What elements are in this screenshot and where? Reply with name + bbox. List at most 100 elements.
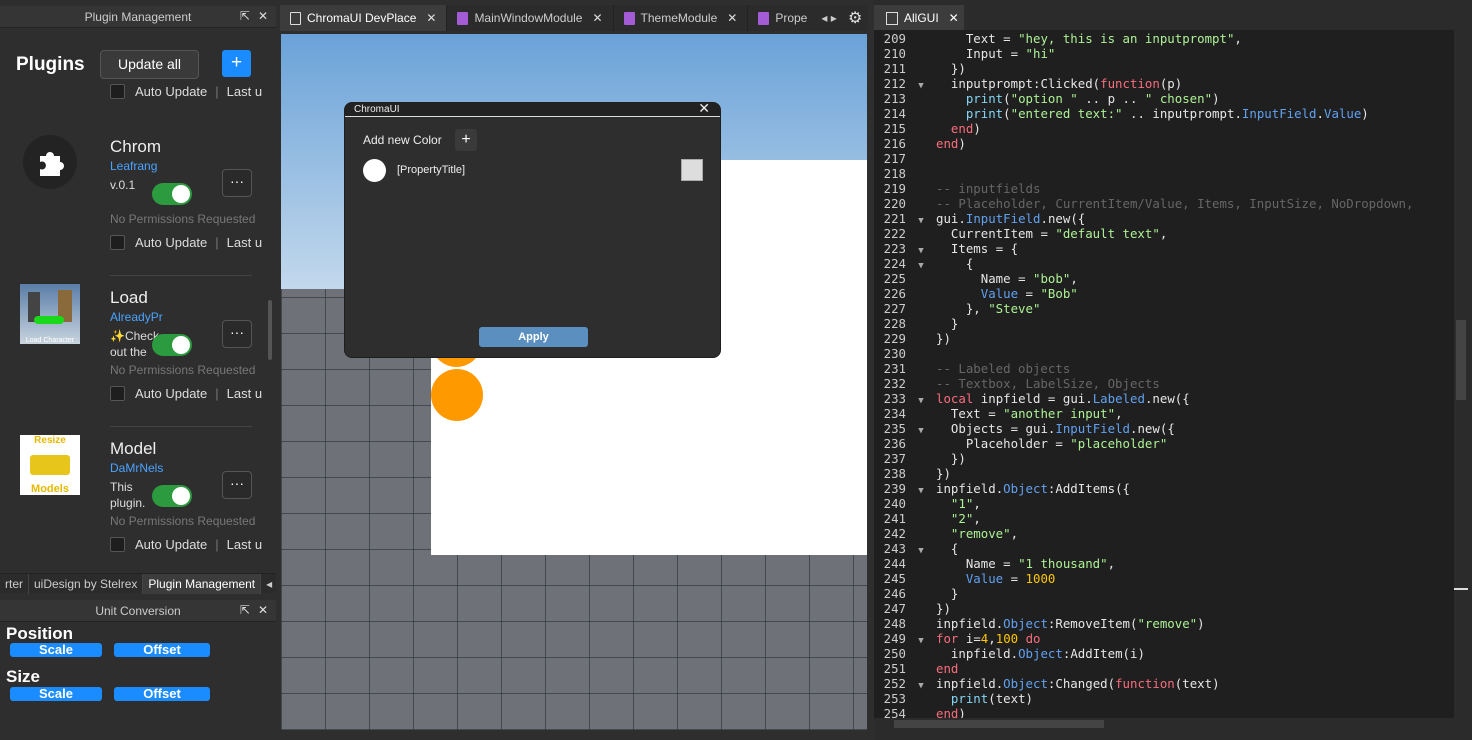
code-line[interactable]: 243 ▼ { [874, 541, 1454, 556]
code-line[interactable]: 215 end) [874, 121, 1454, 136]
more-options-button[interactable]: ··· [222, 471, 252, 499]
code-line[interactable]: 230 [874, 346, 1454, 361]
code-line[interactable]: 213 print("option " .. p .. " chosen") [874, 91, 1454, 106]
auto-update-checkbox[interactable] [110, 84, 125, 99]
code-line[interactable]: 217 [874, 151, 1454, 166]
image-icon[interactable] [681, 159, 703, 181]
code-line[interactable]: 244 Name = "1 thousand", [874, 556, 1454, 571]
close-tab-icon[interactable]: ✕ [727, 11, 737, 25]
code-line[interactable]: 222 CurrentItem = "default text", [874, 226, 1454, 241]
code-line[interactable]: 228 } [874, 316, 1454, 331]
code-line[interactable]: 245 Value = 1000 [874, 571, 1454, 586]
position-offset-button[interactable]: Offset [114, 643, 210, 657]
code-area[interactable]: 209 Text = "hey, this is an inputprompt"… [874, 30, 1454, 718]
close-tab-icon[interactable]: ✕ [426, 11, 436, 25]
code-line[interactable]: 240 "1", [874, 496, 1454, 511]
tab-mainwindowmodule[interactable]: MainWindowModule ✕ [447, 5, 614, 31]
code-line[interactable]: 232 -- Textbox, LabelSize, Objects [874, 376, 1454, 391]
code-line[interactable]: 241 "2", [874, 511, 1454, 526]
code-line[interactable]: 225 Name = "bob", [874, 271, 1454, 286]
plugin-enable-toggle[interactable] [152, 183, 192, 205]
add-plugin-button[interactable]: + [222, 50, 251, 77]
code-line[interactable]: 212 ▼ inputprompt:Clicked(function(p) [874, 76, 1454, 91]
code-line[interactable]: 246 } [874, 586, 1454, 601]
code-line[interactable]: 223 ▼ Items = { [874, 241, 1454, 256]
code-line[interactable]: 221 ▼ gui.InputField.new({ [874, 211, 1454, 226]
code-line[interactable]: 216 end) [874, 136, 1454, 151]
close-tab-icon[interactable]: ✕ [949, 11, 959, 25]
code-line[interactable]: 234 Text = "another input", [874, 406, 1454, 421]
line-number: 224 [883, 256, 906, 271]
line-number: 209 [883, 31, 906, 46]
tab-starter[interactable]: rter [0, 573, 29, 594]
auto-update-checkbox[interactable] [110, 235, 125, 250]
plugin-enable-toggle[interactable] [152, 485, 192, 507]
code-line[interactable]: 247}) [874, 601, 1454, 616]
code-line[interactable]: 229}) [874, 331, 1454, 346]
code-line[interactable]: 236 Placeholder = "placeholder" [874, 436, 1454, 451]
line-number: 254 [883, 706, 906, 718]
close-icon[interactable]: ✕ [698, 103, 710, 115]
tab-thememodule[interactable]: ThemeModule ✕ [614, 5, 749, 31]
tab-label: AllGUI [904, 11, 939, 25]
code-line[interactable]: 209 Text = "hey, this is an inputprompt"… [874, 31, 1454, 46]
code-line[interactable]: 226 Value = "Bob" [874, 286, 1454, 301]
size-scale-button[interactable]: Scale [10, 687, 102, 701]
tab-scroll-icon[interactable]: ◂ ▸ [817, 5, 840, 31]
tab-uidesign[interactable]: uiDesign by Stelrex [29, 573, 144, 594]
close-tab-icon[interactable]: ✕ [592, 11, 602, 25]
code-line[interactable]: 211 }) [874, 61, 1454, 76]
plugins-scrollbar[interactable] [268, 300, 272, 360]
plugin-author[interactable]: DaMrNels [110, 461, 163, 475]
position-scale-button[interactable]: Scale [10, 643, 102, 657]
auto-update-checkbox[interactable] [110, 537, 125, 552]
code-line[interactable]: 224 ▼ { [874, 256, 1454, 271]
code-line[interactable]: 219 -- inputfields [874, 181, 1454, 196]
code-text: }) [936, 466, 951, 481]
code-line[interactable]: 242 "remove", [874, 526, 1454, 541]
code-line[interactable]: 227 }, "Steve" [874, 301, 1454, 316]
tab-scroll-left-icon[interactable]: ◂ [261, 574, 277, 594]
line-number: 219 [883, 181, 906, 196]
close-icon[interactable]: ✕ [258, 603, 268, 617]
plugin-author[interactable]: Leafrang [110, 159, 157, 173]
size-offset-button[interactable]: Offset [114, 687, 210, 701]
undock-icon[interactable]: ⇱ [240, 9, 250, 23]
vertical-scrollbar[interactable] [1454, 30, 1468, 718]
horizontal-scrollbar[interactable] [874, 718, 1454, 730]
code-line[interactable]: 251 end [874, 661, 1454, 676]
close-icon[interactable]: ✕ [258, 9, 268, 23]
more-options-button[interactable]: ··· [222, 169, 252, 197]
gear-icon[interactable]: ⚙ [848, 8, 862, 28]
add-color-button[interactable]: + [455, 129, 477, 151]
undock-icon[interactable]: ⇱ [240, 603, 250, 617]
code-line[interactable]: 235 ▼ Objects = gui.InputField.new({ [874, 421, 1454, 436]
code-line[interactable]: 233 ▼ local inpfield = gui.Labeled.new({ [874, 391, 1454, 406]
code-line[interactable]: 249 ▼ for i=4,100 do [874, 631, 1454, 646]
code-line[interactable]: 220 -- Placeholder, CurrentItem/Value, It… [874, 196, 1454, 211]
code-line[interactable]: 231 -- Labeled objects [874, 361, 1454, 376]
code-line[interactable]: 253 print(text) [874, 691, 1454, 706]
plugin-author[interactable]: AlreadyPr [110, 310, 163, 324]
more-options-button[interactable]: ··· [222, 320, 252, 348]
code-line[interactable]: 239 ▼ inpfield.Object:AddItems({ [874, 481, 1454, 496]
plugin-enable-toggle[interactable] [152, 334, 192, 356]
update-all-button[interactable]: Update all [100, 50, 199, 79]
code-line[interactable]: 237 }) [874, 451, 1454, 466]
code-line[interactable]: 248 inpfield.Object:RemoveItem("remove") [874, 616, 1454, 631]
tab-chromaui-devplace[interactable]: ChromaUI DevPlace ✕ [280, 5, 448, 31]
code-line[interactable]: 214 print("entered text:" .. inputprompt… [874, 106, 1454, 121]
code-line[interactable]: 252 ▼ inpfield.Object:Changed(function(tex… [874, 676, 1454, 691]
color-swatch[interactable] [363, 159, 386, 182]
tab-properties[interactable]: Prope [748, 5, 817, 31]
tab-plugin-management[interactable]: Plugin Management [143, 573, 262, 594]
line-number: 223 [883, 241, 906, 256]
code-line[interactable]: 238}) [874, 466, 1454, 481]
code-line[interactable]: 254 end) [874, 706, 1454, 718]
code-line[interactable]: 210 Input = "hi" [874, 46, 1454, 61]
tab-allgui[interactable]: AllGUI ✕ [874, 5, 964, 31]
apply-button[interactable]: Apply [479, 327, 588, 347]
code-line[interactable]: 218 [874, 166, 1454, 181]
auto-update-checkbox[interactable] [110, 386, 125, 401]
code-line[interactable]: 250 inpfield.Object:AddItem(i) [874, 646, 1454, 661]
